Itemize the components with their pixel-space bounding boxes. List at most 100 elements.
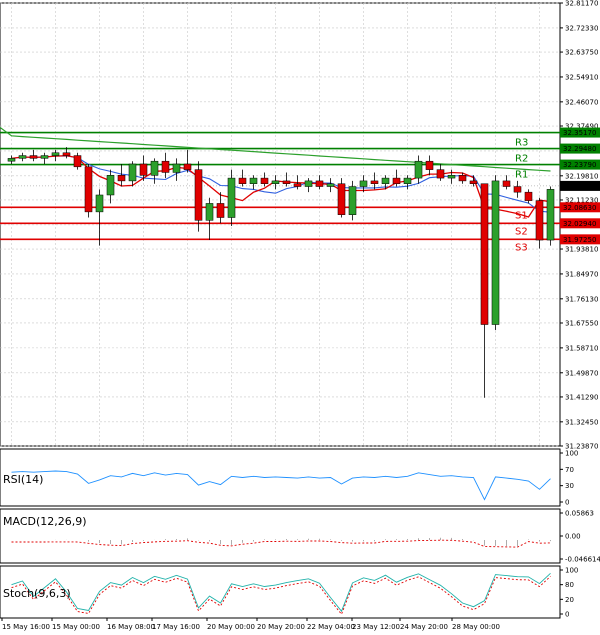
candle-body [150,160,159,176]
level-tag-label: 32.35170 [563,129,596,137]
y-tick-label: 32.19810 [565,172,598,180]
level-tag-label: 31.97250 [563,236,596,244]
candle-body [304,180,313,187]
candle-body [117,175,126,182]
x-tick-label: 15 May 00:00 [52,623,100,631]
candle-body [502,180,511,187]
candle-body [40,155,49,159]
macd-tick-label: -0.046614 [565,556,600,564]
y-tick-label: 31.67550 [565,319,598,327]
stoch-label: Stoch(9,6,3) [3,587,71,600]
level-tag-label: 32.08630 [563,204,596,212]
candle-body [106,175,115,196]
y-tick-label: 32.63750 [565,49,598,57]
candle-body [414,160,423,179]
candle-body [95,194,104,213]
x-tick-label: 16 May 08:00 [107,623,155,631]
y-tick-label: 32.81170 [565,0,598,8]
rsi-tick-label: 100 [565,450,578,458]
x-tick-label: 28 May 00:00 [452,623,500,631]
candle-body [183,163,192,170]
candle-body [139,163,148,176]
candle-body [260,177,269,184]
x-tick-label: 23 May 12:00 [352,623,400,631]
x-tick-label: 17 May 16:00 [152,623,200,631]
candle-body [227,177,236,218]
level-name-r3: R3 [515,138,528,149]
level-tags: 32.35170 32.29480 32.23790 32.08630 32.02940… [560,127,600,245]
candle-body [513,186,522,193]
candle-body [381,177,390,184]
level-name-s2: S2 [515,226,528,237]
x-tick-label: 22 May 04:00 [307,623,355,631]
y-tick-label: 32.72330 [565,24,598,32]
candle-body [29,155,38,159]
candle-body [546,189,555,241]
candle-body [194,169,203,221]
candle-body [392,177,401,184]
x-tick-label: 20 May 20:00 [257,623,305,631]
candle-body [7,158,16,162]
candle-body [359,180,368,187]
stoch-panel [0,565,561,619]
candle-body [480,183,489,325]
y-tick-label: 31.84970 [565,270,598,278]
stoch-tick-label: 100 [565,567,578,575]
rsi-tick-label: 70 [565,466,574,474]
macd-tick-label: 0.00 [565,533,581,541]
level-tag-label: 32.23790 [563,161,596,169]
y-tick-label: 31.93810 [565,246,598,254]
candle-body [326,183,335,187]
candle-body [491,180,500,325]
candle-body [73,155,82,168]
x-tick-label: 24 May 20:00 [400,623,448,631]
chart-root: R3R2R1S1S2S3 32.8117032.7233032.6375032.… [0,0,600,631]
level-tag-label: 32.02940 [563,220,596,228]
candle-body [425,160,434,170]
candle-body [469,180,478,184]
candle-body [524,191,533,201]
last-price-label: 32.16225 [563,182,596,190]
candle-body [403,177,412,184]
candle-body [51,152,60,156]
level-tag-label: 32.29480 [563,145,596,153]
candle-body [84,166,93,213]
candle-body [18,155,27,159]
rsi-tick-label: 30 [565,482,574,490]
x-axis: 15 May 16:00 15 May 00:00 16 May 08:0017 M… [1,618,500,631]
candle-body [282,180,291,184]
stoch-tick-label: 80 [565,581,574,589]
y-tick-label: 31.49870 [565,369,598,377]
rsi-tick-label: 0 [565,499,569,507]
level-name-r2: R2 [515,154,528,165]
macd-label: MACD(12,26,9) [3,515,87,528]
candle-body [128,163,137,182]
y-tick-label: 31.58710 [565,344,598,352]
rsi-label: RSI(14) [3,473,43,486]
y-tick-label: 31.32450 [565,418,598,426]
candle-body [249,177,258,184]
candle-body [271,180,280,184]
candle-body [458,175,467,182]
x-tick-label: 20 May 00:00 [207,623,255,631]
candle-body [370,180,379,184]
candle-body [293,183,302,187]
main-panel [0,2,561,447]
candle-body [447,175,456,179]
y-tick-label: 31.76130 [565,295,598,303]
stoch-tick-label: 20 [565,596,574,604]
candle-body [348,186,357,215]
level-name-r1: R1 [515,170,528,181]
stoch-tick-label: 0 [565,611,569,619]
candle-body [535,200,544,241]
candle-body [436,169,445,179]
candle-body [62,152,71,156]
candle-body [337,183,346,215]
candle-body [161,160,170,173]
y-tick-label: 32.46070 [565,98,598,106]
candle-body [205,203,214,221]
macd-tick-label: 0.05863 [565,510,594,518]
candle-body [238,177,247,184]
y-tick-label: 32.54910 [565,73,598,81]
level-name-s3: S3 [515,242,528,253]
